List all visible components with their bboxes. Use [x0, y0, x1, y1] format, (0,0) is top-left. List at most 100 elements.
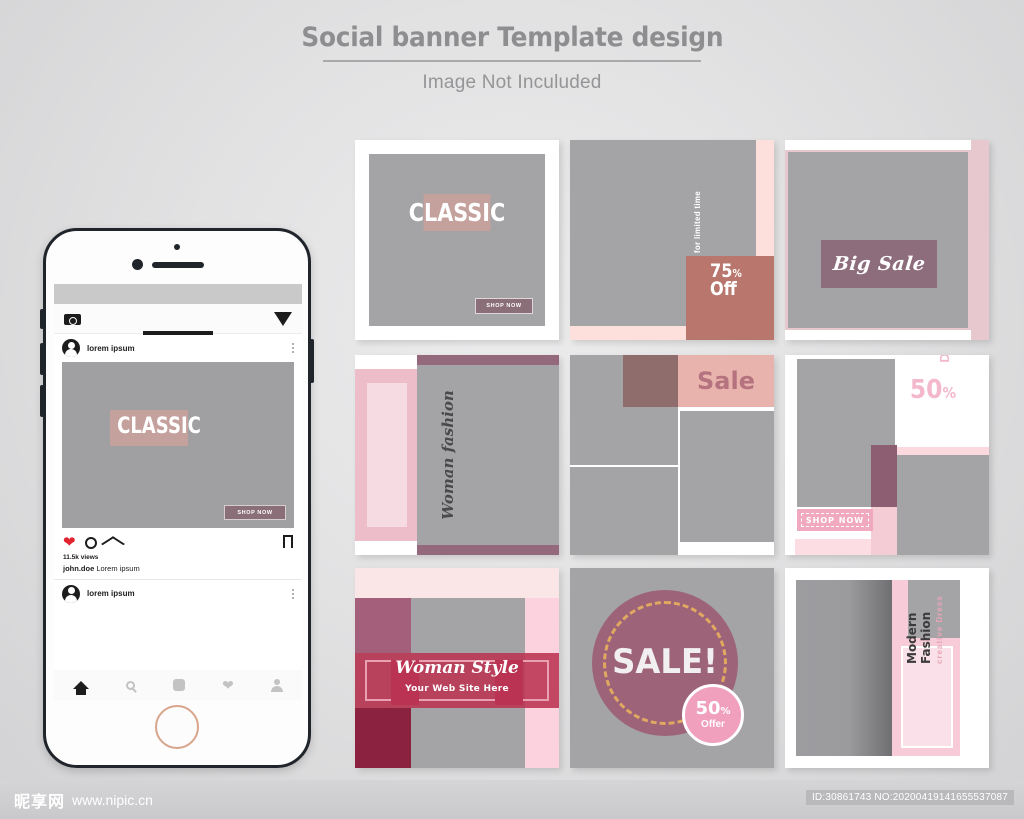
search-icon[interactable]	[126, 680, 136, 690]
page-subtitle: Image Not Inculuded	[422, 72, 602, 93]
watermark-logo: 昵享网	[14, 792, 66, 811]
pink-bottom-band	[795, 539, 871, 555]
person-icon[interactable]	[271, 679, 284, 692]
page-title: Social banner Template design	[301, 22, 723, 53]
phone-power-button	[310, 339, 314, 383]
shop-now-button[interactable]: SHOP NOW	[797, 509, 873, 531]
banner-card-woman-fashion[interactable]: Woman fashion	[355, 355, 559, 555]
camera-icon[interactable]	[64, 312, 81, 325]
earpiece-speaker	[152, 262, 204, 268]
card-title: CLASSIC	[408, 198, 506, 227]
image-placeholder	[680, 411, 774, 542]
status-bar	[54, 284, 302, 304]
front-camera-icon	[174, 244, 180, 250]
post-username[interactable]: lorem ipsum	[87, 589, 135, 598]
title-divider	[323, 60, 701, 62]
banner-card-sale-collage[interactable]: Sale	[570, 355, 774, 555]
top-pink-band	[355, 568, 559, 598]
bottom-white-band	[785, 330, 971, 340]
vertical-subtitle: creative Dress	[935, 595, 944, 664]
post-actions: ❤	[54, 528, 302, 555]
discount-label: Discount	[937, 355, 952, 377]
heart-icon[interactable]: ❤	[222, 678, 234, 692]
mauve-block	[355, 598, 411, 653]
post-header-2: lorem ipsum	[54, 579, 302, 607]
banner-card-limited-time-offer[interactable]: for limited time 75% Off	[570, 140, 774, 340]
accent-block	[623, 355, 678, 407]
square-icon[interactable]	[172, 679, 185, 691]
app-top-bar	[54, 304, 302, 335]
image-placeholder	[411, 708, 525, 768]
image-placeholder	[570, 355, 623, 465]
home-button[interactable]	[155, 705, 199, 749]
image-placeholder	[570, 467, 678, 555]
watermark-url: www.nipic.cn	[72, 792, 153, 808]
badge-label: Offer	[701, 719, 725, 730]
avatar[interactable]	[62, 584, 80, 603]
shop-now-label: SHOP NOW	[805, 515, 865, 525]
more-options-icon[interactable]	[292, 343, 294, 345]
heart-icon[interactable]: ❤	[63, 535, 76, 550]
phone-mockup: lorem ipsum CLASSIC SHOP NOW ❤ 11.5k vie…	[40, 228, 314, 768]
image-placeholder	[411, 598, 525, 653]
deep-red-block	[355, 708, 411, 768]
footer-watermark-bar: 昵享网 www.nipic.cn ID:30861743 NO:20200419…	[0, 780, 1024, 819]
image-id-tag: ID:30861743 NO:20200419141655537087	[805, 790, 1014, 805]
banner-card-big-sale[interactable]: Big Sale	[785, 140, 989, 340]
banner-card-classic-frame[interactable]: CLASSIC SHOP NOW	[355, 140, 559, 340]
send-icon[interactable]	[274, 311, 292, 326]
comment-icon[interactable]	[84, 536, 97, 549]
bookmark-icon[interactable]	[283, 535, 297, 555]
offer-off-label: Off	[710, 278, 737, 301]
home-icon[interactable]	[72, 681, 89, 695]
bottom-mauve-band	[417, 545, 559, 555]
banner-card-modern-fashion[interactable]: Modern Fashion creative Dress	[785, 568, 989, 768]
discount-percent: 50%	[893, 375, 956, 405]
badge-value-symbol: %	[720, 706, 731, 717]
phone-volume-down-button	[40, 385, 44, 417]
top-mauve-band	[417, 355, 559, 365]
banner-card-sale-circle[interactable]: SALE! 50% Offer	[570, 568, 774, 768]
post-caption: john.doe Lorem ipsum	[54, 561, 302, 573]
pink-inner-panel	[367, 383, 407, 527]
card-title: Woman Style	[395, 658, 519, 678]
phone-silent-switch	[40, 309, 44, 329]
shop-now-button[interactable]: SHOP NOW	[224, 505, 286, 520]
page-header: Social banner Template design Image Not …	[0, 22, 1024, 94]
watermark: 昵享网 www.nipic.cn	[14, 788, 153, 812]
discount-percent-value: 50	[909, 375, 943, 405]
badge-value: 50%	[682, 698, 744, 719]
caption-text: Lorem ipsum	[96, 564, 140, 573]
offer-percent: 75% Off	[710, 262, 742, 299]
phone-volume-up-button	[40, 343, 44, 375]
card-title: Big Sale	[831, 253, 927, 275]
card-title: SALE!	[612, 642, 718, 682]
more-options-icon[interactable]	[292, 589, 294, 591]
caption-username[interactable]: john.doe	[63, 564, 94, 573]
post-header: lorem ipsum	[54, 334, 302, 362]
pink-column	[871, 507, 897, 555]
image-placeholder	[895, 455, 989, 555]
card-subtitle: Your Web Site Here	[405, 684, 509, 694]
post-image: CLASSIC SHOP NOW	[62, 362, 294, 528]
view-count: 11.5k views	[63, 554, 99, 561]
post-image-text: CLASSIC	[117, 414, 201, 439]
image-placeholder	[796, 580, 892, 756]
mauve-block	[871, 445, 897, 507]
card-title: Sale	[697, 367, 755, 395]
post-username[interactable]: lorem ipsum	[87, 344, 135, 353]
template-grid: CLASSIC SHOP NOW for limited time 75% Of…	[355, 140, 1000, 778]
vertical-title: Woman fashion	[439, 390, 457, 520]
pink-band	[895, 447, 989, 455]
bottom-tab-bar: ❤	[54, 670, 302, 700]
banner-card-woman-style[interactable]: Woman Style Your Web Site Here	[355, 568, 559, 768]
limited-time-label: for limited time	[692, 190, 702, 254]
top-white-band	[785, 140, 971, 150]
banner-card-fifty-discount[interactable]: 50% Discount SHOP NOW	[785, 355, 989, 555]
shop-now-button[interactable]: SHOP NOW	[475, 298, 533, 314]
badge-value-number: 50	[695, 698, 721, 719]
discount-percent-symbol: %	[942, 384, 956, 402]
vertical-title: Modern Fashion	[905, 611, 933, 664]
proximity-sensor-icon	[132, 259, 143, 270]
avatar[interactable]	[62, 339, 80, 357]
